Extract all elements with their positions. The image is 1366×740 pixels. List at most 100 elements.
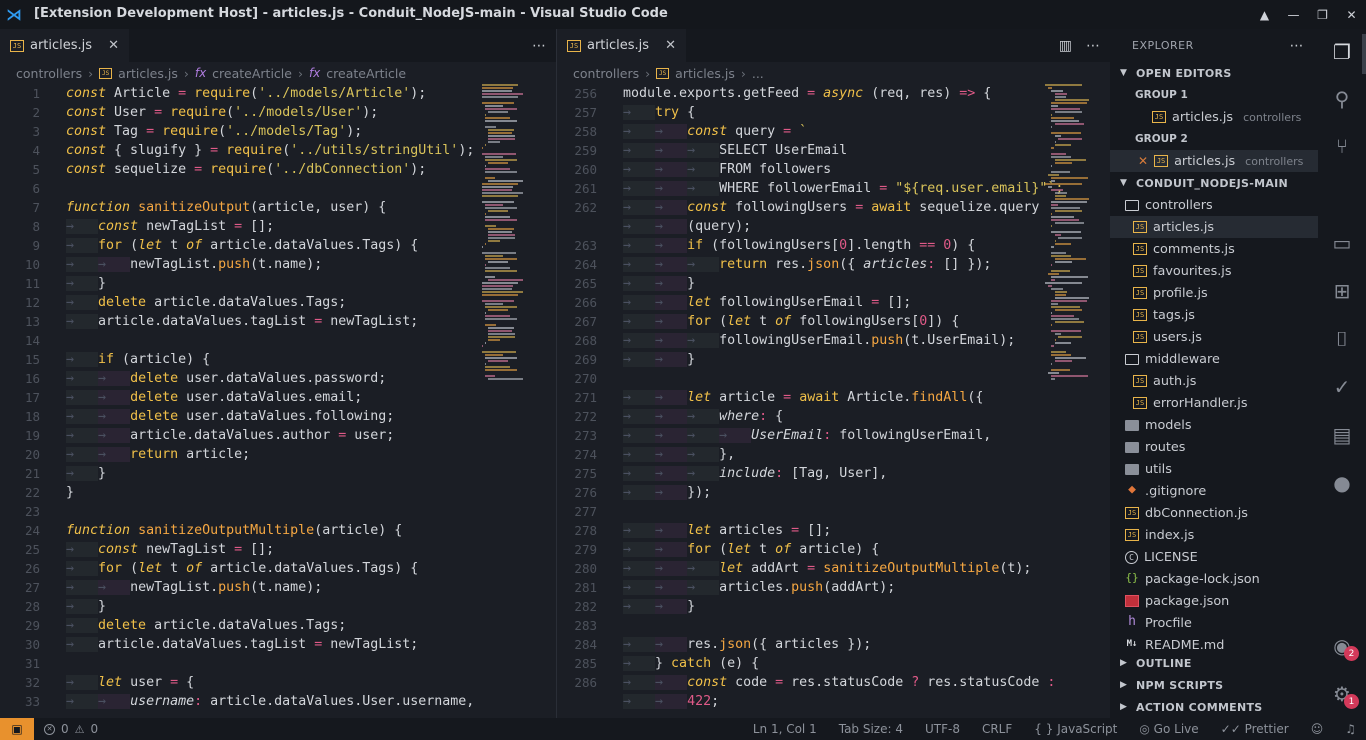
explorer-icon[interactable]: ❐ (1318, 32, 1366, 72)
tree-item--gitignore[interactable]: ◆ .gitignore (1110, 480, 1318, 502)
code-line[interactable]: 280 → → → let addArt = sanitizeOutputMult… (557, 559, 1063, 578)
settings-gear-icon[interactable]: ⚙ 1 (1318, 674, 1366, 714)
project-section[interactable]: ▼ CONDUIT_NODEJS-MAIN (1110, 172, 1318, 194)
code-line[interactable]: 21 → } (0, 464, 474, 483)
more-actions-icon[interactable]: ⋯ (1086, 38, 1100, 54)
code-line[interactable]: → → (query); (557, 217, 1063, 236)
code-line[interactable]: 24 function sanitizeOutputMultiple(articl… (0, 521, 474, 540)
code-line[interactable]: 18 → → delete user.dataValues.following; (0, 407, 474, 426)
open-editor-item[interactable]: JS articles.js controllers (1110, 106, 1318, 128)
code-line[interactable]: 274 → → → }, (557, 445, 1063, 464)
code-line[interactable]: 12 → delete article.dataValues.Tags; (0, 293, 474, 312)
npm-scripts-section[interactable]: ▶ NPM SCRIPTS (1110, 674, 1318, 696)
code-line[interactable]: 284 → → res.json({ articles }); (557, 635, 1063, 654)
tree-item-articles-js[interactable]: JS articles.js (1110, 216, 1318, 238)
outline-section[interactable]: ▶ OUTLINE (1110, 652, 1318, 674)
code-line[interactable]: 16 → → delete user.dataValues.password; (0, 369, 474, 388)
tree-item-utils[interactable]: utils (1110, 458, 1318, 480)
code-line[interactable]: 262 → → const followingUsers = await sequ… (557, 198, 1063, 217)
cursor-position[interactable]: Ln 1, Col 1 (753, 722, 817, 736)
code-line[interactable]: 277 (557, 502, 1063, 521)
tree-item-errorhandler-js[interactable]: JS errorHandler.js (1110, 392, 1318, 414)
tree-item-users-js[interactable]: JS users.js (1110, 326, 1318, 348)
code-line[interactable]: 30 → article.dataValues.tagList = newTagL… (0, 635, 474, 654)
code-line[interactable]: 11 → } (0, 274, 474, 293)
github-icon[interactable]: ● (1318, 463, 1366, 503)
code-line[interactable]: 267 → → for (let t of followingUsers[0]) … (557, 312, 1063, 331)
notifications-bell-icon[interactable]: ♫ (1345, 722, 1356, 736)
code-line[interactable]: 273 → → → → UserEmail: followingUserEmail… (557, 426, 1063, 445)
breadcrumb-folder[interactable]: controllers (16, 66, 82, 81)
code-line[interactable]: 269 → → } (557, 350, 1063, 369)
code-line[interactable]: 283 (557, 616, 1063, 635)
tree-item-comments-js[interactable]: JS comments.js (1110, 238, 1318, 260)
code-line[interactable]: 268 → → → followingUserEmail.push(t.UserE… (557, 331, 1063, 350)
code-line[interactable]: 265 → → } (557, 274, 1063, 293)
code-line[interactable]: 10 → → newTagList.push(t.name); (0, 255, 474, 274)
tree-item-favourites-js[interactable]: JS favourites.js (1110, 260, 1318, 282)
code-line[interactable]: 8 → const newTagList = []; (0, 217, 474, 236)
code-line[interactable]: 286 → → const code = res.statusCode ? res… (557, 673, 1063, 692)
open-preview-icon[interactable]: ▥ (1059, 38, 1072, 54)
tree-item-dbconnection-js[interactable]: JS dbConnection.js (1110, 502, 1318, 524)
tree-item-license[interactable]: C LICENSE (1110, 546, 1318, 568)
minimize-button[interactable]: — (1279, 0, 1308, 29)
extensions-icon[interactable]: ⊞ (1318, 271, 1366, 311)
code-line[interactable]: 264 → → → return res.json({ articles: [] … (557, 255, 1063, 274)
code-line[interactable]: 15 → if (article) { (0, 350, 474, 369)
code-line[interactable]: 257 → try { (557, 103, 1063, 122)
more-actions-icon[interactable]: ⋯ (1290, 38, 1305, 54)
close-editor-icon[interactable]: ✕ (1138, 154, 1148, 168)
code-line[interactable]: 271 → → let article = await Article.findA… (557, 388, 1063, 407)
breadcrumb-file[interactable]: articles.js (675, 66, 735, 81)
tree-item-tags-js[interactable]: JS tags.js (1110, 304, 1318, 326)
code-line[interactable]: 17 → → delete user.dataValues.email; (0, 388, 474, 407)
code-line[interactable]: 6 (0, 179, 474, 198)
code-line[interactable]: 272 → → → where: { (557, 407, 1063, 426)
feedback-icon[interactable]: ☺ (1311, 722, 1324, 736)
code-line[interactable]: → → 422; (557, 692, 1063, 711)
close-tab-icon[interactable]: ✕ (665, 38, 676, 53)
language-mode[interactable]: { } JavaScript (1034, 722, 1117, 736)
tree-item-auth-js[interactable]: JS auth.js (1110, 370, 1318, 392)
code-line[interactable]: 281 → → → articles.push(addArt); (557, 578, 1063, 597)
minimap[interactable] (1045, 84, 1105, 718)
breadcrumb-symbol[interactable]: createArticle (326, 66, 406, 81)
source-control-icon[interactable]: ⑂ (1318, 126, 1366, 166)
code-line[interactable]: 14 (0, 331, 474, 350)
code-line[interactable]: 31 (0, 654, 474, 673)
more-actions-icon[interactable]: ⋯ (532, 38, 546, 54)
code-line[interactable]: 256 module.exports.getFeed = async (req, … (557, 84, 1063, 103)
breadcrumb-symbol[interactable]: ... (752, 66, 764, 81)
code-line[interactable]: 278 → → let articles = []; (557, 521, 1063, 540)
code-line[interactable]: 32 → let user = { (0, 673, 474, 692)
code-line[interactable]: 263 → → if (followingUsers[0].length == 0… (557, 236, 1063, 255)
code-line[interactable]: 33 → → username: article.dataValues.User.… (0, 692, 474, 711)
go-live-button[interactable]: ◎ Go Live (1139, 722, 1198, 736)
code-line[interactable]: 20 → → return article; (0, 445, 474, 464)
tree-item-package-lock-json[interactable]: {} package-lock.json (1110, 568, 1318, 590)
code-line[interactable]: 275 → → → include: [Tag, User], (557, 464, 1063, 483)
code-line[interactable]: 258 → → const query = ` (557, 122, 1063, 141)
code-line[interactable]: 29 → delete article.dataValues.Tags; (0, 616, 474, 635)
code-line[interactable]: 25 → const newTagList = []; (0, 540, 474, 559)
code-line[interactable]: 260 → → → FROM followers (557, 160, 1063, 179)
code-line[interactable]: 1 const Article = require('../models/Arti… (0, 84, 474, 103)
tree-item-package-json[interactable]: package.json (1110, 590, 1318, 612)
encoding[interactable]: UTF-8 (925, 722, 960, 736)
todo-check-icon[interactable]: ✓ (1318, 367, 1366, 407)
code-editor[interactable]: 1 const Article = require('../models/Arti… (0, 84, 474, 711)
close-window-button[interactable]: ✕ (1337, 0, 1366, 29)
open-editor-item[interactable]: ✕ JS articles.js controllers (1110, 150, 1318, 172)
tree-item-procfile[interactable]: h Procfile (1110, 612, 1318, 634)
code-line[interactable]: 266 → → let followingUserEmail = []; (557, 293, 1063, 312)
accounts-icon[interactable]: ◉ 2 (1318, 626, 1366, 666)
code-line[interactable]: 282 → → } (557, 597, 1063, 616)
code-line[interactable]: 270 (557, 369, 1063, 388)
code-line[interactable]: 26 → for (let t of article.dataValues.Tag… (0, 559, 474, 578)
close-tab-icon[interactable]: ✕ (108, 38, 119, 53)
restore-button[interactable]: ❐ (1308, 0, 1337, 29)
code-line[interactable]: 4 const { slugify } = require('../utils/s… (0, 141, 474, 160)
bookmarks-icon[interactable]: ⌷ (1318, 319, 1366, 359)
code-line[interactable]: 279 → → for (let t of article) { (557, 540, 1063, 559)
